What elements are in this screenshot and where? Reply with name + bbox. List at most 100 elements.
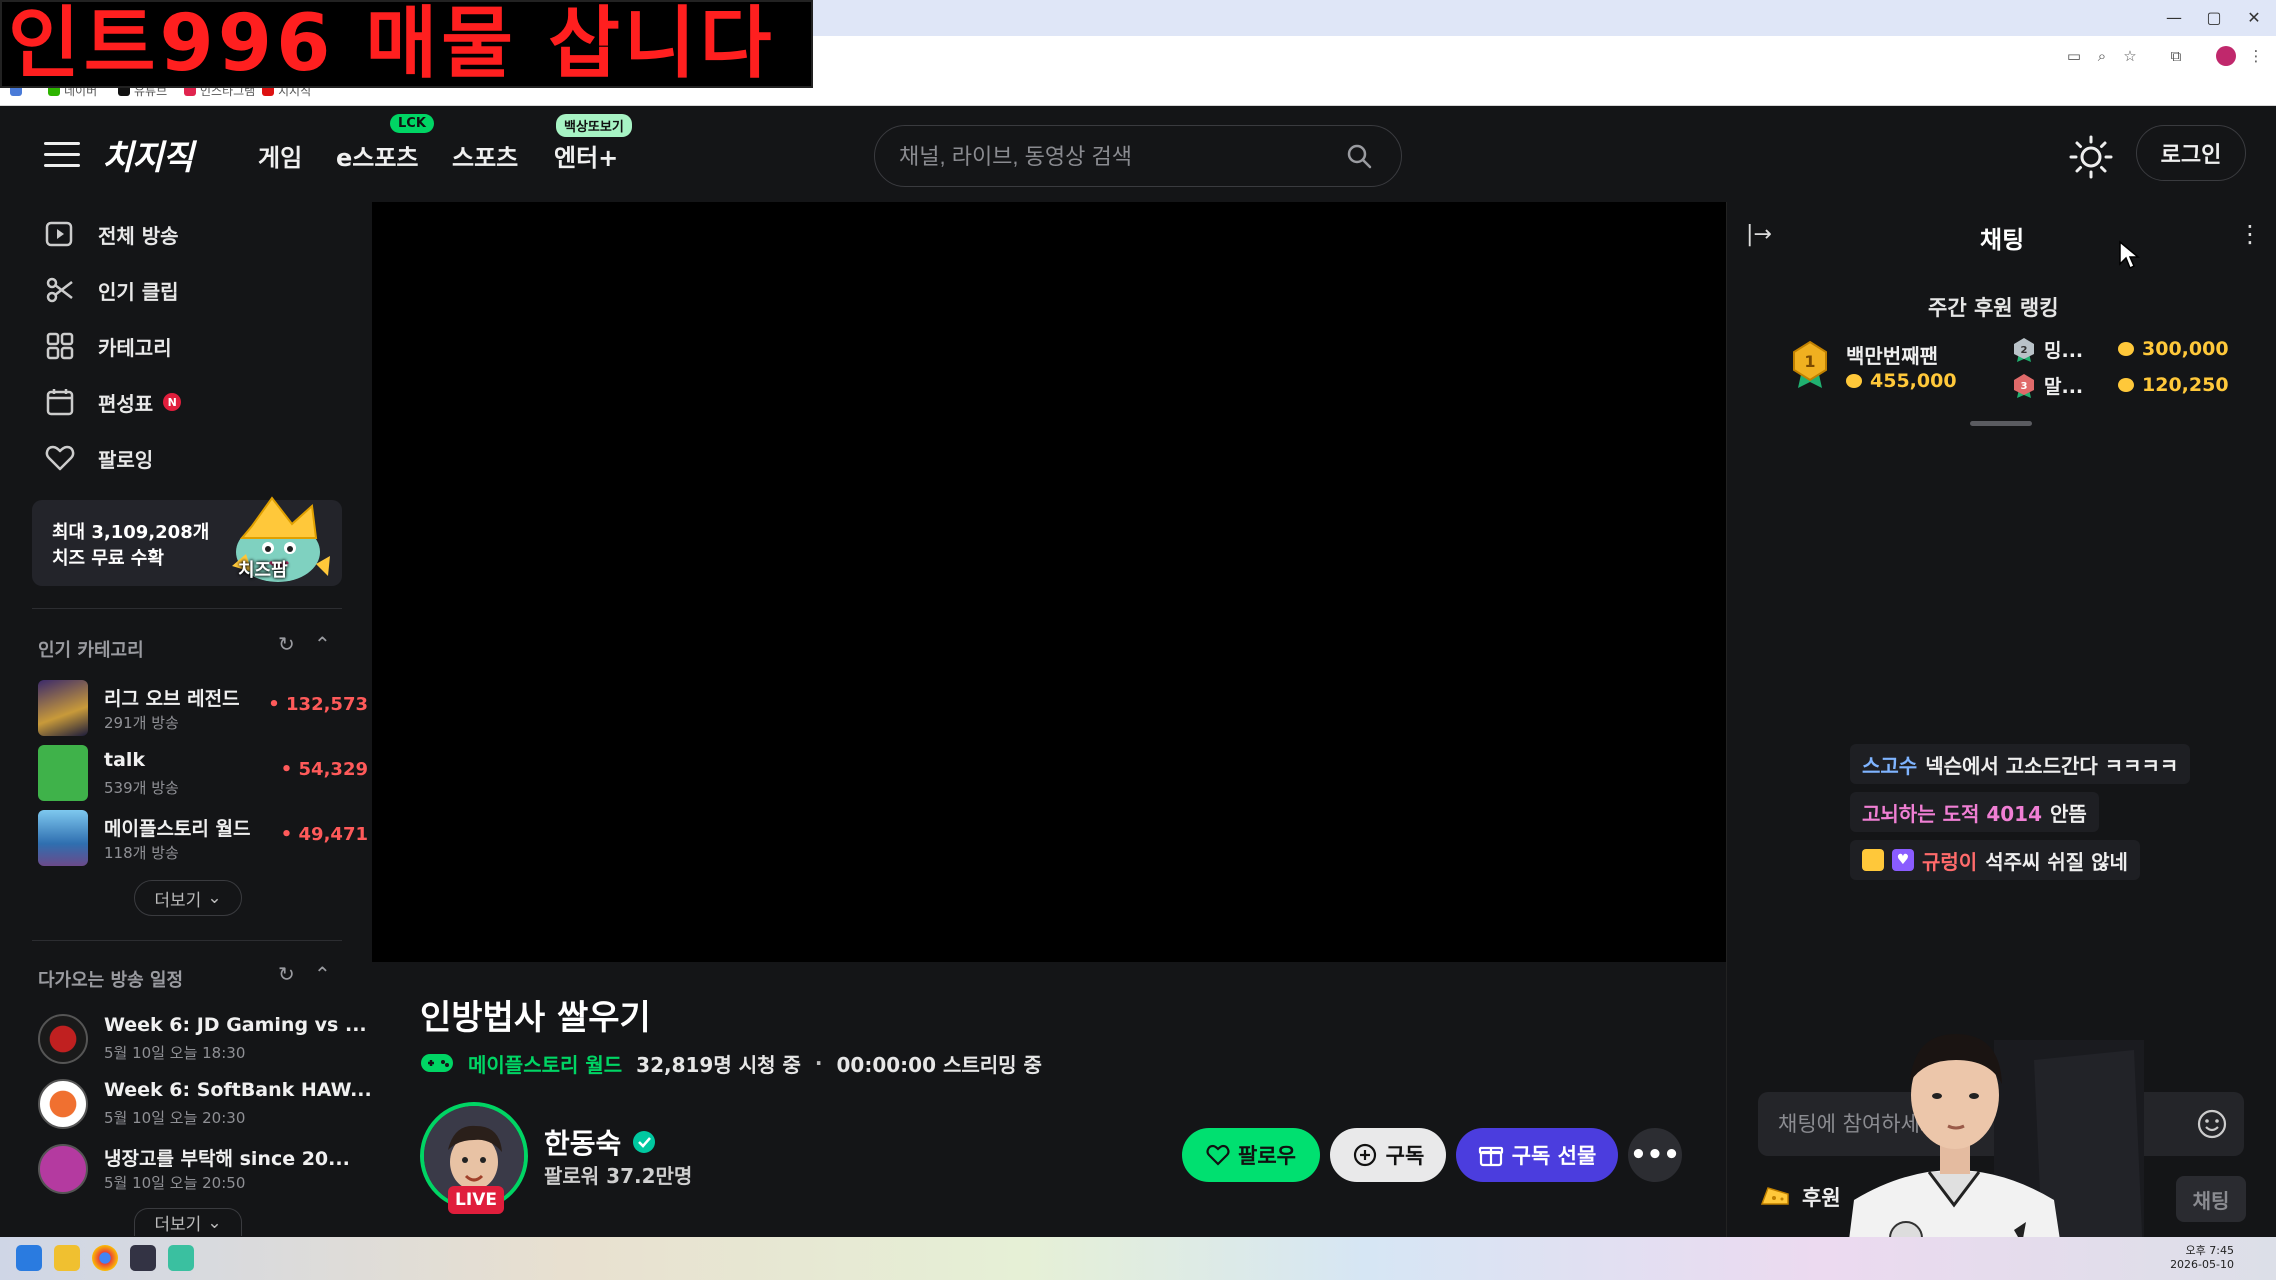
schedule-time: 5월 10일 오늘 20:30 <box>104 1109 246 1127</box>
bookmark-star-icon[interactable]: ☆ <box>2118 44 2142 68</box>
follow-label: 팔로우 <box>1238 1144 1296 1168</box>
silver-medal-icon: 2 <box>2014 337 2034 362</box>
app-icon[interactable] <box>168 1245 194 1271</box>
sidebar-item-category[interactable]: 카테고리 <box>44 326 172 366</box>
streamer-name[interactable]: 한동숙 <box>544 1122 621 1162</box>
more-label: 더보기 <box>154 890 202 911</box>
search-input[interactable] <box>899 126 1319 188</box>
app-icon[interactable] <box>130 1245 156 1271</box>
sidebar-item-popular-clips[interactable]: 인기 클립 <box>44 270 179 310</box>
bear-badge-icon <box>1862 849 1884 871</box>
donate-button[interactable]: 후원 <box>1760 1182 1841 1212</box>
category-viewer-count: 49,471 <box>298 824 368 845</box>
emoji-icon[interactable] <box>2196 1108 2228 1140</box>
hamburger-menu-icon[interactable] <box>44 142 80 168</box>
more-schedule-button[interactable]: 더보기 ⌄ <box>134 1208 242 1236</box>
schedule-time: 5월 10일 오늘 20:50 <box>104 1174 246 1192</box>
promo-line1: 최대 3,109,208개 <box>52 522 210 543</box>
refresh-icon[interactable]: ↻ <box>278 632 295 656</box>
search-icon[interactable] <box>1345 142 1373 170</box>
category-row[interactable]: talk 539개 방송 • 54,329 <box>38 745 368 801</box>
file-explorer-icon[interactable] <box>54 1245 80 1271</box>
category-viewers: • 132,573 <box>268 694 368 715</box>
streamer-name-row[interactable]: 한동숙 <box>544 1122 657 1162</box>
chat-menu-icon[interactable]: ⋮ <box>2238 220 2262 248</box>
sidebar-item-label: 전체 방송 <box>98 223 179 248</box>
nav-game[interactable]: 게임 <box>258 138 302 173</box>
video-player[interactable] <box>372 202 1726 962</box>
sidebar-item-label: 인기 클립 <box>98 279 179 304</box>
nav-esports[interactable]: e스포츠 <box>336 138 419 173</box>
close-button[interactable]: ✕ <box>2240 6 2268 30</box>
category-row[interactable]: 메이플스토리 월드 118개 방송 • 49,471 <box>38 810 368 866</box>
calendar-icon <box>46 389 74 416</box>
schedule-row[interactable]: Week 6: JD Gaming vs ... 5월 10일 오늘 18:30 <box>38 1010 367 1066</box>
subscribe-button[interactable]: 구독 <box>1330 1128 1446 1182</box>
lol-thumbnail <box>38 680 88 736</box>
extensions-icon[interactable]: ⧉ <box>2164 44 2188 68</box>
follow-button[interactable]: 팔로우 <box>1182 1128 1320 1182</box>
sidebar-item-following[interactable]: 팔로잉 <box>44 438 153 478</box>
category-row[interactable]: 리그 오브 레전드 291개 방송 • 132,573 <box>38 680 368 736</box>
category-viewers: • 49,471 <box>280 824 368 845</box>
minimize-button[interactable]: — <box>2160 6 2188 30</box>
more-label: 더보기 <box>154 1215 202 1235</box>
chevron-up-icon[interactable]: ⌃ <box>314 962 331 986</box>
sidebar-item-schedule[interactable]: 편성표 N <box>44 382 182 422</box>
chzzk-logo[interactable]: 치지직 <box>102 130 194 179</box>
donate-label: 후원 <box>1802 1186 1841 1210</box>
chevron-up-icon[interactable]: ⌃ <box>314 632 331 656</box>
chat-username[interactable]: 규렁이 <box>1922 846 1977 875</box>
category-name: 메이플스토리 월드 <box>104 818 251 840</box>
talk-thumbnail <box>38 745 88 801</box>
cheese-icon <box>1760 1187 1789 1205</box>
more-categories-button[interactable]: 더보기 ⌄ <box>134 880 242 916</box>
promo-tag: 치즈팜 <box>238 560 288 581</box>
rank2-amount: 300,000 <box>2142 338 2229 360</box>
svg-text:3: 3 <box>2021 381 2028 392</box>
windows-start-icon[interactable] <box>16 1245 42 1271</box>
zoom-icon[interactable]: ⌕ <box>2090 44 2114 68</box>
category-broadcasts: 291개 방송 <box>104 714 179 732</box>
collapse-chat-icon[interactable]: |→ <box>1746 222 1776 248</box>
profile-avatar[interactable] <box>2216 46 2236 66</box>
rank1-name: 백만번째팬 <box>1846 344 1938 368</box>
chrome-icon[interactable] <box>92 1245 118 1271</box>
grid-icon <box>46 332 74 360</box>
overlay-text: 인트996 매물 삽니다 <box>8 0 776 89</box>
heart-badge-icon: ♥ <box>1892 849 1914 871</box>
login-button[interactable]: 로그인 <box>2136 125 2246 181</box>
ranking-scroll-indicator[interactable] <box>1970 421 2032 426</box>
chat-username[interactable]: 고뇌하는 도적 4014 <box>1862 798 2042 827</box>
chat-message: ♥ 규렁이 석주씨 쉬질 않네 <box>1850 840 2140 880</box>
more-options-button[interactable]: ••• <box>1628 1128 1682 1182</box>
chat-title: 채팅 <box>1980 226 2025 254</box>
system-clock[interactable]: 오후 7:45 2026-05-10 <box>2134 1244 2234 1272</box>
category-broadcasts: 118개 방송 <box>104 844 179 862</box>
maximize-button[interactable]: ▢ <box>2200 6 2228 30</box>
nav-entertainment[interactable]: 엔터+ <box>554 138 618 173</box>
rank1-amount-row: 455,000 <box>1846 370 1957 392</box>
cheese-farm-promo-banner[interactable]: 최대 3,109,208개 치즈 무료 수확 치즈팜 <box>32 496 342 586</box>
theme-toggle-sun-icon[interactable] <box>2068 134 2114 180</box>
cast-icon[interactable]: ▭ <box>2062 44 2086 68</box>
rank3-row: 3 말... <box>2012 372 2083 399</box>
search-box[interactable] <box>874 125 1402 188</box>
category-viewer-count: 54,329 <box>298 759 368 780</box>
chat-username[interactable]: 스고수 <box>1862 750 1917 779</box>
stream-meta: 메이플스토리 월드 32,819명 시청 중 · 00:00:00 스트리밍 중 <box>420 1048 1042 1078</box>
schedule-row[interactable]: Week 6: SoftBank HAW... 5월 10일 오늘 20:30 <box>38 1075 372 1131</box>
schedule-row[interactable]: 냉장고를 부탁해 since 20... 5월 10일 오늘 20:50 <box>38 1140 350 1196</box>
sidebar-item-all-broadcasts[interactable]: 전체 방송 <box>44 214 179 254</box>
gift-subscription-button[interactable]: 구독 선물 <box>1456 1128 1618 1182</box>
schedule-title-text: Week 6: SoftBank HAW... <box>104 1079 372 1101</box>
nav-sports[interactable]: 스포츠 <box>452 138 518 173</box>
refresh-icon[interactable]: ↻ <box>278 962 295 986</box>
browser-menu-icon[interactable]: ⋮ <box>2244 44 2268 68</box>
jtbc-logo <box>38 1144 88 1194</box>
category-broadcasts: 539개 방송 <box>104 779 179 797</box>
schedule-time: 5월 10일 오늘 18:30 <box>104 1044 246 1062</box>
maplestory-thumbnail <box>38 810 88 866</box>
stream-category-link[interactable]: 메이플스토리 월드 <box>468 1049 622 1078</box>
chat-send-button[interactable]: 채팅 <box>2176 1176 2246 1222</box>
